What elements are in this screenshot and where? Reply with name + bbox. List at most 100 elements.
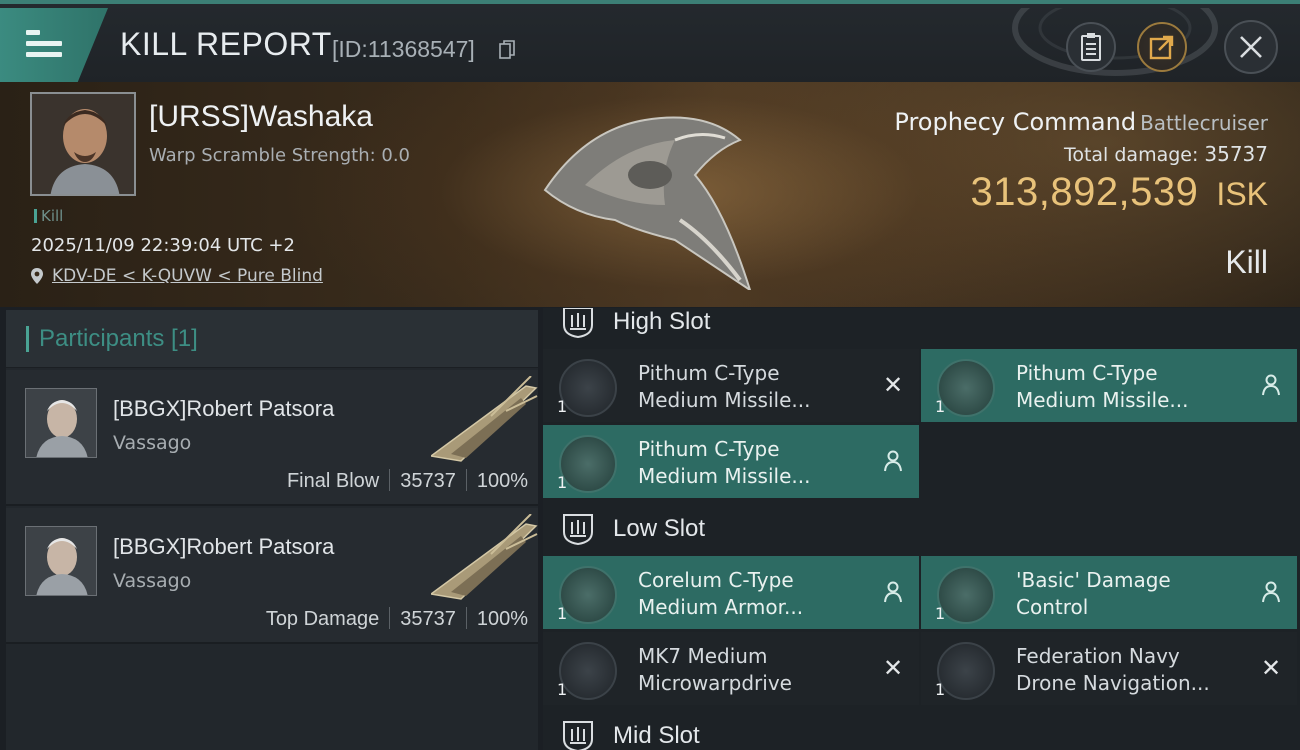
location-pin-icon (31, 268, 43, 284)
page-title: KILL REPORT (120, 26, 332, 62)
module-name-line1: 'Basic' Damage (1016, 568, 1171, 592)
victim-portrait-image (32, 94, 134, 194)
mid-slot-title: Mid Slot (613, 722, 700, 749)
top-bar: KILL REPORT [ID:11368547] (0, 0, 1300, 82)
module-name: Pithum C-Type Medium Missile... (638, 436, 878, 490)
module-name-line2: Medium Missile... (638, 388, 811, 412)
module-name-line2: Medium Armor... (638, 595, 804, 619)
participant-name[interactable]: [BBGX]Robert Patsora (113, 534, 334, 560)
total-damage-label: Total damage: (1063, 144, 1199, 166)
participants-header: Participants [1] (6, 310, 538, 368)
high-slot-header: High Slot (543, 308, 1300, 344)
low-slot-icon (563, 514, 593, 546)
share-button[interactable] (1137, 22, 1187, 72)
module-name: Pithum C-Type Medium Missile... (638, 360, 878, 414)
low-slot-module[interactable]: 1 Federation Navy Drone Navigation... ✕ (921, 632, 1297, 705)
participant-ship-image (431, 514, 538, 600)
low-slot-module[interactable]: 1 Corelum C-Type Medium Armor... (543, 556, 919, 629)
dropped-person-icon (881, 580, 905, 604)
fitting-panel: High Slot 1 Pithum C-Type Medium Missile.… (543, 308, 1300, 750)
close-button[interactable] (1224, 20, 1278, 74)
high-slot-icon (563, 308, 593, 339)
destroyed-icon: ✕ (882, 371, 904, 399)
module-quantity: 1 (557, 473, 568, 492)
module-name-line1: Pithum C-Type (638, 361, 780, 385)
module-name-line1: Pithum C-Type (1016, 361, 1158, 385)
participant-ship: Vassago (113, 432, 192, 454)
isk-amount: 313,892,539 (970, 170, 1199, 214)
clipboard-button[interactable] (1066, 22, 1116, 72)
module-name-line2: Control (1016, 595, 1089, 619)
module-name: 'Basic' Damage Control (1016, 567, 1256, 621)
participant-row[interactable]: [BBGX]Robert Patsora Vassago Final Blow 3… (6, 370, 538, 506)
header-accent (26, 325, 29, 352)
module-name-line2: Drone Navigation... (1016, 671, 1210, 695)
destroyed-icon: ✕ (882, 654, 904, 682)
low-slot-module[interactable]: 1 'Basic' Damage Control (921, 556, 1297, 629)
high-slot-module[interactable]: 1 Pithum C-Type Medium Missile... (543, 425, 919, 498)
high-slot-module[interactable]: 1 Pithum C-Type Medium Missile... (921, 349, 1297, 422)
damage-control-icon (937, 566, 995, 624)
divider (465, 469, 467, 491)
low-slot-module[interactable]: 1 MK7 Medium Microwarpdrive ✕ (543, 632, 919, 705)
kill-tag: Kill (34, 207, 63, 225)
low-slot-title: Low Slot (613, 515, 706, 542)
module-quantity: 1 (935, 397, 946, 416)
destroyed-icon: ✕ (1260, 654, 1282, 682)
avatar[interactable] (25, 388, 97, 458)
armor-repairer-icon (559, 566, 617, 624)
participant-percent: 100% (476, 470, 528, 492)
participant-role: Final Blow (286, 470, 380, 492)
participant-portrait (26, 527, 96, 595)
report-id: [ID:11368547] (332, 36, 475, 62)
victim-ship[interactable]: Prophecy Command Battlecruiser (894, 108, 1268, 136)
menu-button[interactable] (0, 8, 108, 82)
module-quantity: 1 (557, 604, 568, 623)
victim-name[interactable]: [URSS]Washaka (149, 100, 373, 134)
high-slot-title: High Slot (613, 308, 711, 335)
module-quantity: 1 (935, 604, 946, 623)
share-icon (1149, 35, 1174, 60)
participant-name[interactable]: [BBGX]Robert Patsora (113, 396, 334, 422)
kill-banner: [URSS]Washaka Warp Scramble Strength: 0.… (0, 82, 1300, 307)
participant-percent: 100% (476, 608, 528, 630)
participant-row[interactable]: [BBGX]Robert Patsora Vassago Top Damage 3… (6, 508, 538, 644)
dropped-person-icon (1259, 373, 1283, 397)
participant-damage: 35737 (400, 608, 456, 630)
module-name-line1: Corelum C-Type (638, 568, 794, 592)
location-link[interactable]: KDV-DE < K-QUVW < Pure Blind (52, 266, 323, 286)
module-name-line2: Microwarpdrive (638, 671, 792, 695)
mid-slot-icon (563, 721, 593, 750)
victim-portrait[interactable] (30, 92, 136, 196)
high-slot-module[interactable]: 1 Pithum C-Type Medium Missile... ✕ (543, 349, 919, 422)
module-name-line2: Medium Missile... (638, 464, 811, 488)
participant-ship: Vassago (113, 570, 192, 592)
kill-result: Kill (1225, 244, 1268, 280)
kill-location[interactable]: KDV-DE < K-QUVW < Pure Blind (30, 266, 323, 286)
module-quantity: 1 (935, 680, 946, 699)
copy-icon[interactable] (499, 40, 515, 60)
participant-damage: 35737 (400, 470, 456, 492)
total-damage-value: 35737 (1204, 142, 1268, 166)
module-name-line1: Pithum C-Type (638, 437, 780, 461)
module-name: Corelum C-Type Medium Armor... (638, 567, 878, 621)
module-name-line2: Medium Missile... (1016, 388, 1189, 412)
ship-name: Prophecy Command (894, 108, 1137, 136)
dropped-person-icon (881, 449, 905, 473)
divider (465, 607, 467, 629)
module-name: Pithum C-Type Medium Missile... (1016, 360, 1256, 414)
menu-icon (26, 30, 62, 58)
participant-portrait (26, 389, 96, 457)
clipboard-icon (1081, 33, 1101, 61)
module-name-line1: MK7 Medium (638, 644, 768, 668)
module-quantity: 1 (557, 680, 568, 699)
isk-unit: ISK (1216, 176, 1268, 212)
avatar[interactable] (25, 526, 97, 596)
warp-scramble-strength: Warp Scramble Strength: 0.0 (149, 145, 411, 166)
participants-title: Participants [1] (39, 324, 198, 352)
module-name: Federation Navy Drone Navigation... (1016, 643, 1256, 697)
low-slot-header: Low Slot (543, 507, 1300, 551)
participant-role: Top Damage (265, 608, 380, 630)
microwarpdrive-icon (559, 642, 617, 700)
kill-datetime: 2025/11/09 22:39:04 UTC +2 (31, 235, 295, 256)
